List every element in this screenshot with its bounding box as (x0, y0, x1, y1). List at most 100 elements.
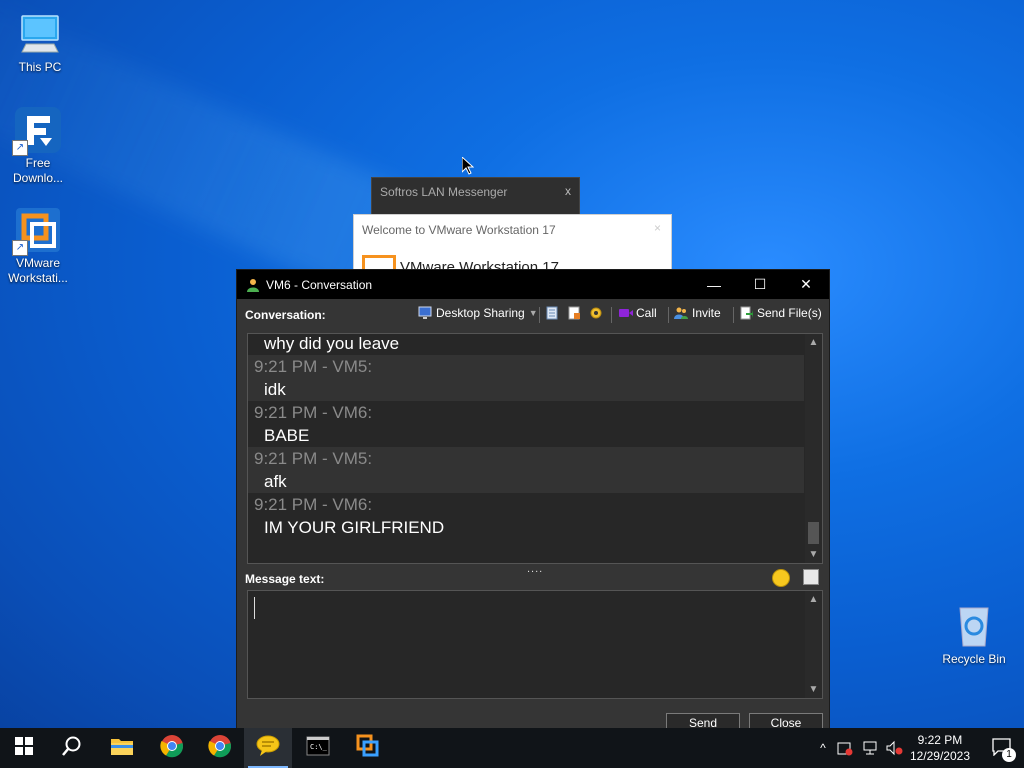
file-explorer-icon (110, 736, 134, 761)
toolbar-separator (611, 307, 612, 323)
vmware-welcome-window[interactable]: Welcome to VMware Workstation 17 × VMwar… (353, 214, 672, 278)
windows-logo-icon (15, 736, 33, 760)
desktop-icon-recycle-bin[interactable]: Recycle Bin (936, 602, 1012, 667)
toolbar-separator (668, 307, 669, 323)
gear-icon (589, 306, 603, 320)
terminal-icon: C:\_ (306, 736, 330, 761)
message-header: 9:21 PM - VM6: (254, 495, 373, 514)
message-item: 9:21 PM - VM6: IM YOUR GIRLFRIEND (248, 493, 804, 539)
shortcut-arrow-icon: ↗ (12, 140, 28, 156)
title-bar[interactable]: VM6 - Conversation — ☐ ✕ (237, 270, 829, 299)
input-scrollbar[interactable]: ▲ ▼ (805, 591, 822, 698)
send-files-button[interactable]: Send File(s) (739, 306, 822, 320)
message-header: 9:21 PM - VM5: (254, 357, 373, 376)
security-icon[interactable] (832, 740, 858, 756)
call-button[interactable]: Call (618, 306, 657, 320)
conversation-window[interactable]: VM6 - Conversation — ☐ ✕ Conversation: D… (236, 269, 830, 735)
notification-count-badge: 1 (1002, 748, 1016, 762)
message-text: idk (264, 380, 286, 399)
taskbar-chrome-2[interactable] (196, 728, 244, 768)
mouse-cursor-icon (461, 155, 475, 180)
search-icon (61, 735, 83, 762)
conversation-history[interactable]: why did you leave 9:21 PM - VM5: idk 9:2… (247, 333, 823, 564)
conversation-label: Conversation: (245, 308, 326, 322)
taskbar-chrome[interactable] (148, 728, 196, 768)
search-button[interactable] (48, 728, 96, 768)
text-format-icon[interactable] (803, 569, 819, 585)
history-button[interactable] (545, 306, 559, 320)
volume-muted-icon[interactable] (882, 740, 906, 756)
chevron-down-icon: ▼ (528, 308, 538, 318)
message-item: 9:21 PM - VM5: idk (248, 355, 804, 401)
scroll-up-arrow-icon[interactable]: ▲ (805, 334, 822, 351)
desktop-icon-this-pc[interactable]: This PC (2, 10, 78, 75)
this-pc-icon (16, 10, 64, 58)
message-header: 9:21 PM - VM6: (254, 403, 373, 422)
maximize-button[interactable]: ☐ (737, 270, 783, 299)
taskbar-vmware[interactable] (344, 728, 392, 768)
message-text: IM YOUR GIRLFRIEND (264, 518, 445, 537)
chrome-icon (208, 734, 232, 763)
history-scrollbar[interactable]: ▲ ▼ (805, 334, 822, 563)
taskbar: C:\_ ^ 9:22 PM 12/29/2023 1 (0, 728, 1024, 768)
vmware-workstation-icon (356, 734, 380, 763)
desktop-sharing-button[interactable]: Desktop Sharing ▼ (418, 306, 538, 320)
notes-button[interactable] (567, 306, 581, 320)
video-camera-icon (618, 306, 633, 320)
taskbar-file-explorer[interactable] (98, 728, 146, 768)
notification-center-icon[interactable]: 1 (992, 738, 1016, 762)
message-item: 9:21 PM - VM5: afk (248, 447, 804, 493)
pane-splitter[interactable]: .... (527, 563, 543, 575)
send-file-icon (739, 306, 753, 320)
message-header: 9:21 PM - VM5: (254, 449, 373, 468)
desktop-icon-label: Free Downlo... (12, 156, 64, 185)
system-clock[interactable]: 9:22 PM 12/29/2023 (910, 732, 970, 764)
desktop-icon-label: This PC (18, 60, 62, 74)
taskbar-terminal[interactable]: C:\_ (294, 728, 342, 768)
message-text: afk (264, 472, 287, 491)
close-button[interactable]: x (565, 184, 571, 198)
notes-icon (567, 306, 581, 320)
desktop-icon-free-download-manager[interactable]: ↗ Free Downlo... (0, 106, 76, 186)
scrollbar-thumb[interactable] (808, 522, 819, 544)
invite-button[interactable]: Invite (674, 306, 721, 320)
message-input[interactable]: ▲ ▼ (247, 590, 823, 699)
svg-text:C:\_: C:\_ (310, 743, 328, 751)
recycle-bin-icon (950, 602, 998, 650)
shortcut-arrow-icon: ↗ (12, 240, 28, 256)
toolbar-separator (539, 307, 540, 323)
desktop-icon-label: VMware Workstati... (8, 256, 68, 285)
clock-date: 12/29/2023 (909, 749, 970, 763)
desktop-sharing-icon (418, 306, 432, 320)
window-title: Softros LAN Messenger (380, 185, 508, 199)
message-item: 9:21 PM - VM6: BABE (248, 401, 804, 447)
text-caret (254, 597, 255, 619)
window-title: VM6 - Conversation (266, 277, 373, 292)
vmware-workstation-icon: ↗ (12, 206, 62, 256)
users-icon (674, 306, 688, 320)
settings-button[interactable] (589, 306, 603, 320)
document-icon (545, 306, 559, 320)
message-text-label: Message text: (245, 572, 325, 586)
message-text: BABE (264, 426, 310, 445)
system-tray: ^ (814, 728, 906, 768)
network-icon[interactable] (858, 740, 882, 756)
scroll-down-arrow-icon[interactable]: ▼ (805, 681, 822, 698)
minimize-button[interactable]: — (691, 270, 737, 299)
message-text: why did you leave (264, 334, 400, 353)
close-window-button[interactable]: ✕ (783, 270, 829, 299)
close-button[interactable]: × (654, 221, 661, 235)
user-icon (246, 278, 260, 292)
scroll-up-arrow-icon[interactable]: ▲ (805, 591, 822, 608)
message-item: why did you leave (248, 334, 804, 355)
chevron-up-icon[interactable]: ^ (814, 741, 832, 755)
desktop-icon-vmware-workstation[interactable]: ↗ VMware Workstati... (0, 206, 76, 286)
scroll-down-arrow-icon[interactable]: ▼ (805, 546, 822, 563)
clock-time: 9:22 PM (917, 733, 963, 747)
taskbar-softros-messenger[interactable] (244, 728, 292, 768)
softros-messenger-window[interactable]: Softros LAN Messenger x (371, 177, 580, 219)
conversation-toolbar: Conversation: Desktop Sharing ▼ Call Inv… (237, 299, 829, 329)
start-button[interactable] (0, 728, 48, 768)
emoticon-icon[interactable] (772, 569, 790, 587)
desktop-icon-label: Recycle Bin (942, 652, 1006, 666)
